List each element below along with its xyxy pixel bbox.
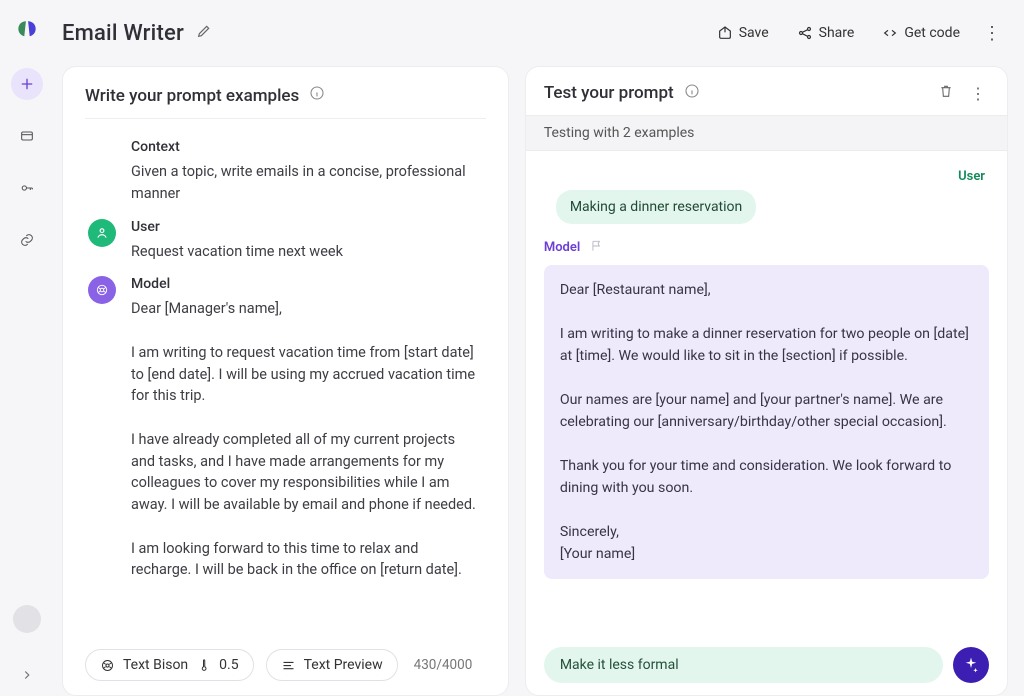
collapse-rail-button[interactable] (20, 667, 34, 686)
test-model-label: Model (544, 240, 580, 255)
key-nav-icon[interactable] (11, 172, 43, 204)
user-role-icon (88, 219, 116, 247)
test-prompt-heading: Test your prompt (544, 83, 674, 103)
test-banner: Testing with 2 examples (526, 115, 1007, 151)
context-label: Context (131, 139, 480, 155)
get-code-label: Get code (904, 25, 960, 41)
share-button[interactable]: Share (789, 19, 863, 47)
test-user-label: User (544, 169, 985, 184)
info-icon[interactable] (684, 83, 700, 103)
more-menu-button[interactable]: ⋮ (980, 23, 1004, 44)
panel-more-button[interactable]: ⋮ (967, 84, 989, 103)
top-bar: Email Writer Save Share Get code ⋮ (62, 12, 1008, 54)
model-role-label: Model (131, 276, 480, 292)
inbox-nav-icon[interactable] (11, 120, 43, 152)
test-model-message: Dear [Restaurant name], I am writing to … (544, 265, 989, 579)
preview-selector[interactable]: Text Preview (266, 649, 398, 681)
test-prompt-panel: Test your prompt ⋮ Testing with 2 exampl… (525, 66, 1008, 696)
model-role-icon (88, 276, 116, 304)
thermometer-icon (196, 658, 211, 673)
info-icon[interactable] (309, 85, 325, 106)
get-code-button[interactable]: Get code (874, 19, 968, 47)
save-label: Save (739, 25, 769, 41)
send-button[interactable] (953, 647, 989, 683)
token-count: 430/4000 (414, 657, 473, 673)
save-button[interactable]: Save (709, 19, 777, 47)
page-title: Email Writer (62, 21, 184, 46)
model-name: Text Bison (123, 657, 188, 673)
flag-icon[interactable] (590, 238, 604, 257)
delete-button[interactable] (935, 83, 957, 103)
product-logo (14, 18, 40, 48)
footer-controls: Text Bison 0.5 Text Preview 430/4000 (85, 649, 486, 681)
compose-input[interactable]: Make it less formal (544, 647, 943, 683)
user-example-body[interactable]: Request vacation time next week (131, 241, 480, 263)
account-avatar[interactable] (13, 605, 41, 633)
temperature-value: 0.5 (219, 657, 238, 673)
preview-label: Text Preview (304, 657, 383, 673)
new-prompt-button[interactable] (11, 68, 43, 100)
model-selector[interactable]: Text Bison 0.5 (85, 649, 254, 681)
share-label: Share (819, 25, 855, 41)
user-role-label: User (131, 219, 480, 235)
test-user-message: Making a dinner reservation (556, 190, 756, 224)
context-body[interactable]: Given a topic, write emails in a concise… (131, 161, 480, 205)
left-nav-rail (0, 0, 54, 696)
rename-button[interactable] (196, 23, 212, 43)
prompt-examples-panel: Write your prompt examples Context Given… (62, 66, 509, 696)
link-nav-icon[interactable] (11, 224, 43, 256)
model-example-body[interactable]: Dear [Manager's name], I am writing to r… (131, 298, 480, 605)
prompt-examples-heading: Write your prompt examples (85, 86, 299, 106)
